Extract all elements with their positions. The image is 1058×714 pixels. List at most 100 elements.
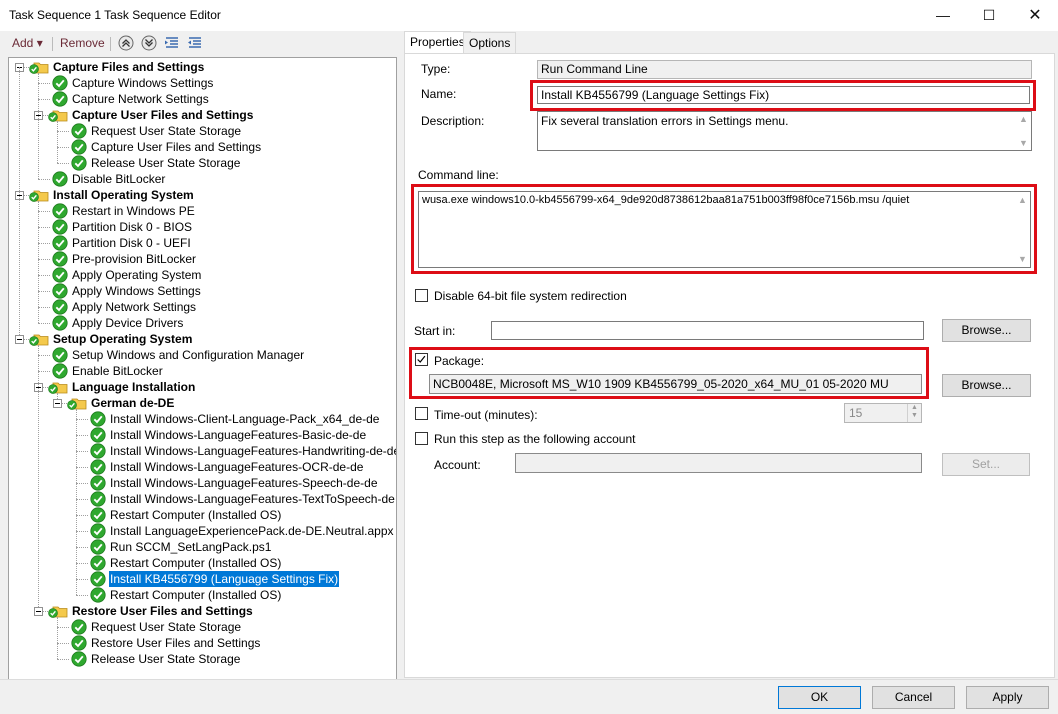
type-field: Run Command Line [537,60,1032,79]
minimize-button[interactable]: — [920,0,966,31]
description-field[interactable]: Fix several translation errors in Settin… [537,111,1032,151]
tree-connector [57,627,69,628]
start-in-browse-button[interactable]: Browse... [942,319,1031,342]
tree-connector [76,435,88,436]
spinner-arrows-icon[interactable]: ▲ ▼ [907,404,921,422]
ok-button[interactable]: OK [778,686,861,709]
disable-64bit-checkbox[interactable] [415,289,428,302]
task-sequence-tree[interactable]: Capture Files and Settings Capture Window… [8,57,397,680]
green-check-icon [52,203,68,219]
green-check-icon [52,267,68,283]
close-button[interactable]: ✕ [1012,0,1058,31]
tree-node-label: Restart in Windows PE [72,204,195,218]
green-check-icon [71,155,87,171]
description-scrollbar[interactable]: ▲ ▼ [1017,112,1031,150]
tree-node-label: Run SCCM_SetLangPack.ps1 [110,540,272,554]
collapse-toggle-icon[interactable] [15,335,24,344]
add-menu-button[interactable]: Add ▾ [12,36,43,50]
tree-connector [38,83,50,84]
tree-connector [38,99,50,100]
tree-connector [38,307,50,308]
tree-connector [76,419,88,420]
indent-icon[interactable] [164,35,180,51]
tree-node-label: Capture Files and Settings [53,60,205,74]
green-check-icon [52,75,68,91]
green-check-icon [90,475,106,491]
folder-icon [48,603,68,619]
timeout-label: Time-out (minutes): [434,408,538,422]
tree-connector [19,67,20,339]
tree-connector [76,563,88,564]
tree-node-label: Restore User Files and Settings [91,636,261,650]
package-browse-button[interactable]: Browse... [942,374,1031,397]
green-check-icon [90,491,106,507]
green-check-icon [90,443,106,459]
collapse-toggle-icon[interactable] [34,607,43,616]
tree-connector [57,643,69,644]
tree-connector [38,201,39,323]
maximize-button[interactable]: ☐ [966,0,1012,31]
set-account-button: Set... [942,453,1030,476]
green-check-icon [90,411,106,427]
tree-connector [38,259,50,260]
description-text: Fix several translation errors in Settin… [541,114,789,128]
timeout-checkbox[interactable] [415,407,428,420]
green-check-icon [90,587,106,603]
collapse-toggle-icon[interactable] [53,399,62,408]
description-label: Description: [421,114,485,128]
type-label: Type: [421,62,451,76]
outdent-icon[interactable] [187,35,203,51]
timeout-spinner[interactable]: 15 ▲ ▼ [844,403,922,423]
tree-connector [38,291,50,292]
name-highlight-box [530,80,1036,111]
move-up-icon[interactable] [118,35,134,51]
tree-connector [38,345,39,611]
tree-node-label: Disable BitLocker [72,172,166,186]
tree-connector [76,595,88,596]
tree-node-label: Install LanguageExperiencePack.de-DE.Neu… [110,524,394,538]
tree-node-label: Capture Windows Settings [72,76,214,90]
tab-properties[interactable]: Properties [404,31,471,54]
run-as-checkbox[interactable] [415,432,428,445]
green-check-icon [90,571,106,587]
title-bar: Task Sequence 1 Task Sequence Editor — ☐… [0,0,1058,31]
green-check-icon [52,171,68,187]
tree-node-label: Install Windows-LanguageFeatures-Speech-… [110,476,378,490]
tree-node-label: Setup Operating System [53,332,193,346]
tree-connector [38,371,50,372]
tree-connector [76,467,88,468]
start-in-field[interactable] [491,321,924,340]
tree-connector [76,579,88,580]
tab-options[interactable]: Options [463,32,517,53]
tree-node-label: Capture Network Settings [72,92,209,106]
apply-button[interactable]: Apply [966,686,1049,709]
tree-node-label: Install Windows-LanguageFeatures-Basic-d… [110,428,367,442]
timeout-value: 15 [849,406,863,420]
remove-button[interactable]: Remove [60,36,105,50]
tree-connector [76,451,88,452]
tree-node-label: Install Windows-LanguageFeatures-Handwri… [110,444,397,458]
tree-node-label: Setup Windows and Configuration Manager [72,348,305,362]
tree-connector [76,547,88,548]
cancel-button[interactable]: Cancel [872,686,955,709]
green-check-icon [90,539,106,555]
name-label: Name: [421,87,457,101]
green-check-icon [90,427,106,443]
folder-icon [29,187,49,203]
green-check-icon [52,347,68,363]
tree-node-label: Install Windows-Client-Language-Pack_x64… [110,412,380,426]
tree-connector [38,275,50,276]
tree-node-label: Install KB4556799 (Language Settings Fix… [107,570,341,588]
tree-node-label: Restart Computer (Installed OS) [110,556,282,570]
tree-connector [38,323,50,324]
tree-node-label: Request User State Storage [91,124,242,138]
tree-node-label: Pre-provision BitLocker [72,252,197,266]
green-check-icon [52,219,68,235]
green-check-icon [52,251,68,267]
tree-connector [57,131,69,132]
green-check-icon [90,459,106,475]
green-check-icon [52,363,68,379]
tree-connector [57,617,58,659]
move-down-icon[interactable] [141,35,157,51]
divider [0,679,1058,680]
